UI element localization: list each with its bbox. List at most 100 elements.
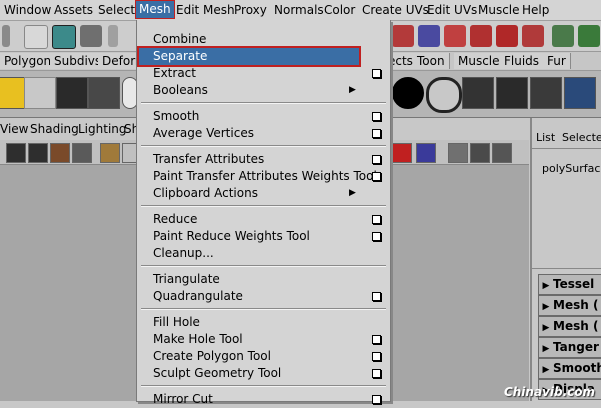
node-row-mesh-2[interactable]: ▶ Mesh ( xyxy=(538,316,601,337)
menu-edit-mesh[interactable]: Edit Mesh xyxy=(176,2,235,18)
menu-item-booleans[interactable]: Booleans ▶ xyxy=(137,82,390,99)
menu-separator xyxy=(141,308,386,310)
option-box-icon[interactable] xyxy=(372,395,381,404)
ipr-render-icon[interactable] xyxy=(496,77,528,109)
render-settings-icon[interactable] xyxy=(530,77,562,109)
menu-separator xyxy=(141,145,386,147)
image-plane-icon[interactable] xyxy=(72,143,92,163)
menu-item-create-polygon-tool[interactable]: Create Polygon Tool xyxy=(137,348,390,365)
menu-window[interactable]: Window xyxy=(4,2,51,18)
option-box-icon[interactable] xyxy=(372,292,381,301)
menu-edit-uvs[interactable]: Edit UVs xyxy=(427,2,477,18)
node-row-label: Smooth xyxy=(553,361,601,375)
menu-item-reduce[interactable]: Reduce xyxy=(137,211,390,228)
node-row-tessellate[interactable]: ▶ Tessel xyxy=(538,274,601,295)
expand-arrow-icon[interactable]: ▶ xyxy=(539,298,553,315)
menu-mesh[interactable]: Mesh xyxy=(135,0,175,19)
menu-item-clipboard-actions[interactable]: Clipboard Actions ▶ xyxy=(137,185,390,202)
expand-arrow-icon[interactable]: ▶ xyxy=(539,361,553,378)
menu-color[interactable]: Color xyxy=(324,2,355,18)
input-output-icon[interactable] xyxy=(552,25,574,47)
camera-film-icon[interactable] xyxy=(28,143,48,163)
select-by-object-icon[interactable] xyxy=(52,25,76,49)
expand-arrow-icon[interactable]: ▶ xyxy=(539,340,553,357)
menu-item-label: Smooth xyxy=(153,109,200,123)
gray-material-icon[interactable] xyxy=(426,77,462,113)
gate-mask-icon[interactable] xyxy=(416,143,436,163)
option-box-icon[interactable] xyxy=(372,129,381,138)
select-by-component-icon[interactable] xyxy=(80,25,102,47)
menu-item-paint-transfer-attributes-weights-tool[interactable]: Paint Transfer Attributes Weights Tool xyxy=(137,168,390,185)
panel-menu-view[interactable]: View xyxy=(0,122,28,136)
select-by-hierarchy-icon[interactable] xyxy=(24,25,48,49)
expand-arrow-icon[interactable]: ▶ xyxy=(539,319,553,336)
menu-item-fill-hole[interactable]: Fill Hole xyxy=(137,314,390,331)
paint-effects-icon[interactable] xyxy=(88,77,120,109)
grid-icon[interactable] xyxy=(100,143,120,163)
black-material-icon[interactable] xyxy=(392,77,424,109)
node-row-mesh-1[interactable]: ▶ Mesh ( xyxy=(538,295,601,316)
menu-item-quadrangulate[interactable]: Quadrangulate xyxy=(137,288,390,305)
snap-to-points-icon[interactable] xyxy=(444,25,466,47)
hypershade-icon[interactable] xyxy=(564,77,596,109)
menu-item-paint-reduce-weights-tool[interactable]: Paint Reduce Weights Tool xyxy=(137,228,390,245)
menu-create-uvs[interactable]: Create UVs xyxy=(362,2,429,18)
expand-arrow-icon[interactable]: ▶ xyxy=(539,277,553,294)
menu-item-triangulate[interactable]: Triangulate xyxy=(137,271,390,288)
tab-fur[interactable]: Fur xyxy=(543,53,571,69)
panel-menu-lighting[interactable]: Lighting xyxy=(78,122,127,136)
option-box-icon[interactable] xyxy=(372,112,381,121)
snap-to-curves-icon[interactable] xyxy=(418,25,440,47)
wireframe-icon[interactable] xyxy=(448,143,468,163)
option-box-icon[interactable] xyxy=(372,69,381,78)
menu-muscle[interactable]: Muscle xyxy=(478,2,520,18)
option-box-icon[interactable] xyxy=(372,352,381,361)
menu-item-average-vertices[interactable]: Average Vertices xyxy=(137,125,390,142)
camera-icon[interactable] xyxy=(56,77,88,109)
lock-selection-icon[interactable] xyxy=(108,25,118,47)
option-box-icon[interactable] xyxy=(372,335,381,344)
menu-item-sculpt-geometry-tool[interactable]: Sculpt Geometry Tool xyxy=(137,365,390,382)
render-icon[interactable] xyxy=(578,25,600,47)
magnet-icon[interactable] xyxy=(522,25,544,47)
menu-proxy[interactable]: Proxy xyxy=(234,2,267,18)
menu-help[interactable]: Help xyxy=(522,2,549,18)
panel-menu-shading[interactable]: Shading xyxy=(30,122,79,136)
node-row-tangent[interactable]: ▶ Tanger xyxy=(538,337,601,358)
menu-item-cleanup[interactable]: Cleanup... xyxy=(137,245,390,262)
menu-normals[interactable]: Normals xyxy=(274,2,324,18)
menu-item-combine[interactable]: Combine xyxy=(137,31,390,48)
isolate-select-icon[interactable] xyxy=(492,143,512,163)
snap-to-view-plane-icon[interactable] xyxy=(470,25,492,47)
menu-item-make-hole-tool[interactable]: Make Hole Tool xyxy=(137,331,390,348)
menu-item-separate[interactable]: Separate xyxy=(137,46,361,67)
node-row-label: Tessel xyxy=(553,277,595,291)
toolbar-grip-icon[interactable] xyxy=(2,25,10,47)
bookmark-icon[interactable] xyxy=(50,143,70,163)
option-box-icon[interactable] xyxy=(372,369,381,378)
snap-to-grid-icon[interactable] xyxy=(392,25,414,47)
menu-item-mirror-cut[interactable]: Mirror Cut xyxy=(137,391,390,408)
option-box-icon[interactable] xyxy=(372,215,381,224)
option-box-icon[interactable] xyxy=(372,155,381,164)
camera-attributes-icon[interactable] xyxy=(6,143,26,163)
option-box-icon[interactable] xyxy=(372,232,381,241)
channel-box-selected-menu[interactable]: Selected xyxy=(562,131,601,144)
option-box-icon[interactable] xyxy=(372,172,381,181)
node-row-smooth[interactable]: ▶ Smooth xyxy=(538,358,601,379)
clapboard-icon[interactable] xyxy=(462,77,494,109)
point-light-icon[interactable] xyxy=(24,77,56,109)
menu-assets[interactable]: Assets xyxy=(54,2,93,18)
menu-item-smooth[interactable]: Smooth xyxy=(137,108,390,125)
divider xyxy=(532,148,601,149)
tab-toon[interactable]: Toon xyxy=(413,53,450,69)
tab-fluids[interactable]: Fluids xyxy=(500,53,545,69)
make-live-icon[interactable] xyxy=(496,25,518,47)
tab-muscle[interactable]: Muscle xyxy=(454,53,505,69)
channel-box-list-menu[interactable]: List xyxy=(536,131,555,144)
menu-item-extract[interactable]: Extract xyxy=(137,65,390,82)
menu-select[interactable]: Select xyxy=(98,2,135,18)
menu-item-transfer-attributes[interactable]: Transfer Attributes xyxy=(137,151,390,168)
resolution-gate-icon[interactable] xyxy=(392,143,412,163)
smooth-shade-icon[interactable] xyxy=(470,143,490,163)
